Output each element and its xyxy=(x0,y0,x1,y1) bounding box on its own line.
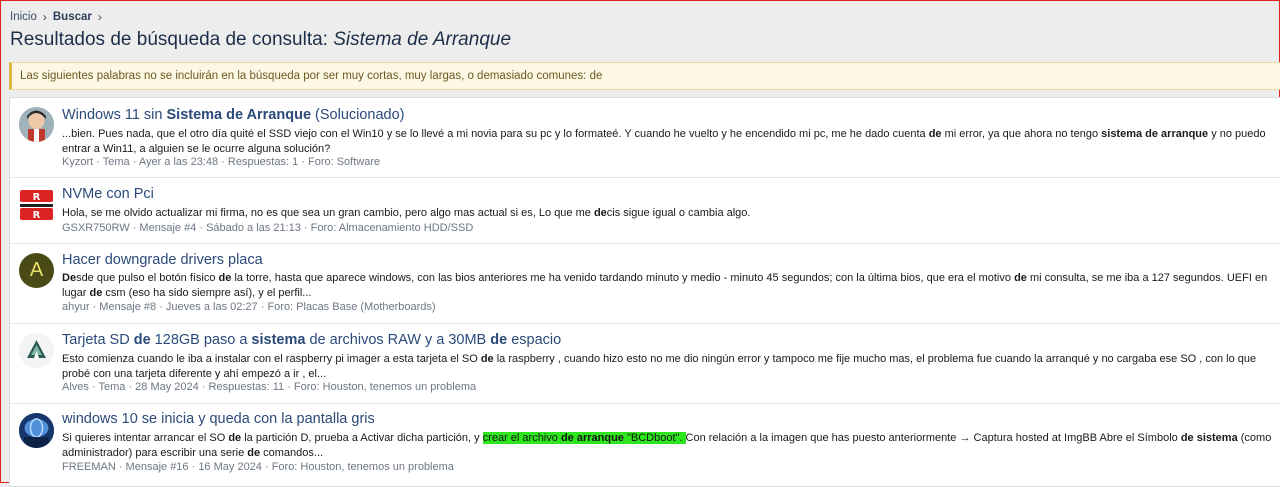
result-item: windows 10 se inicia y queda con la pant… xyxy=(10,404,1280,486)
result-title-link[interactable]: Hacer downgrade drivers placa xyxy=(62,252,263,268)
result-title-link[interactable]: Windows 11 sin Sistema de Arranque (Solu… xyxy=(62,107,405,123)
result-item: R R NVMe con Pci Hola, se me olvido actu… xyxy=(10,178,1280,244)
svg-text:R: R xyxy=(33,192,41,203)
result-title-link[interactable]: NVMe con Pci xyxy=(62,186,154,202)
avatar-letter: A xyxy=(29,259,44,281)
breadcrumb-home-link[interactable]: Inicio xyxy=(10,11,37,23)
result-meta: FREEMAN · Mensaje #16 · 16 May 2024 · Fo… xyxy=(62,461,454,473)
highlighted-text: crear el archivo de arranque "BCDboot". xyxy=(482,432,686,444)
avatar[interactable] xyxy=(19,413,54,448)
result-meta: Alves · Tema · 28 May 2024 · Respuestas:… xyxy=(62,381,477,393)
chevron-right-icon: › xyxy=(42,10,47,24)
result-title-link[interactable]: Tarjeta SD de 128GB paso a sistema de ar… xyxy=(62,332,561,348)
result-snippet: Desde que pulso el botón físico de la to… xyxy=(62,272,1268,299)
result-snippet: Si quieres intentar arrancar el SO de la… xyxy=(62,432,1272,459)
breadcrumb: Inicio › Buscar › xyxy=(10,10,108,24)
page-title-query: Sistema de Arranque xyxy=(333,29,512,50)
result-item: Tarjeta SD de 128GB paso a sistema de ar… xyxy=(10,324,1280,404)
avatar[interactable] xyxy=(19,107,54,142)
result-meta: Kyzort · Tema · Ayer a las 23:48 · Respu… xyxy=(62,156,381,168)
breadcrumb-current-link[interactable]: Buscar xyxy=(53,11,92,23)
chevron-right-icon: › xyxy=(97,10,102,24)
avatar[interactable]: A xyxy=(19,253,54,288)
triangle-logo-avatar-icon xyxy=(27,340,46,358)
search-results-list: Windows 11 sin Sistema de Arranque (Solu… xyxy=(9,97,1280,487)
result-item: A Hacer downgrade drivers placa Desde qu… xyxy=(10,244,1280,324)
result-title-link[interactable]: windows 10 se inicia y queda con la pant… xyxy=(62,411,375,427)
result-meta: GSXR750RW · Mensaje #4 · Sábado a las 21… xyxy=(62,222,474,234)
gsxr-logo-avatar-icon: R R xyxy=(20,190,53,221)
avatar[interactable]: R R xyxy=(19,187,54,222)
result-item: Windows 11 sin Sistema de Arranque (Solu… xyxy=(10,98,1280,178)
page-title-prefix: Resultados de búsqueda de consulta: xyxy=(10,29,328,50)
result-meta: ahyur · Mensaje #8 · Jueves a las 02:27 … xyxy=(62,301,436,313)
blue-globe-avatar-icon xyxy=(19,413,54,448)
cartoon-character-avatar-icon xyxy=(19,107,54,142)
page-title: Resultados de búsqueda de consulta: Sist… xyxy=(10,29,511,51)
result-snippet: Esto comienza cuando le iba a instalar c… xyxy=(62,353,1257,380)
avatar[interactable] xyxy=(19,333,54,368)
search-notice: Las siguientes palabras no se incluirán … xyxy=(9,62,1280,90)
result-snippet: ...bien. Pues nada, que el otro día quit… xyxy=(62,128,1266,155)
result-snippet: Hola, se me olvido actualizar mi firma, … xyxy=(62,207,751,219)
svg-text:R: R xyxy=(33,210,41,221)
